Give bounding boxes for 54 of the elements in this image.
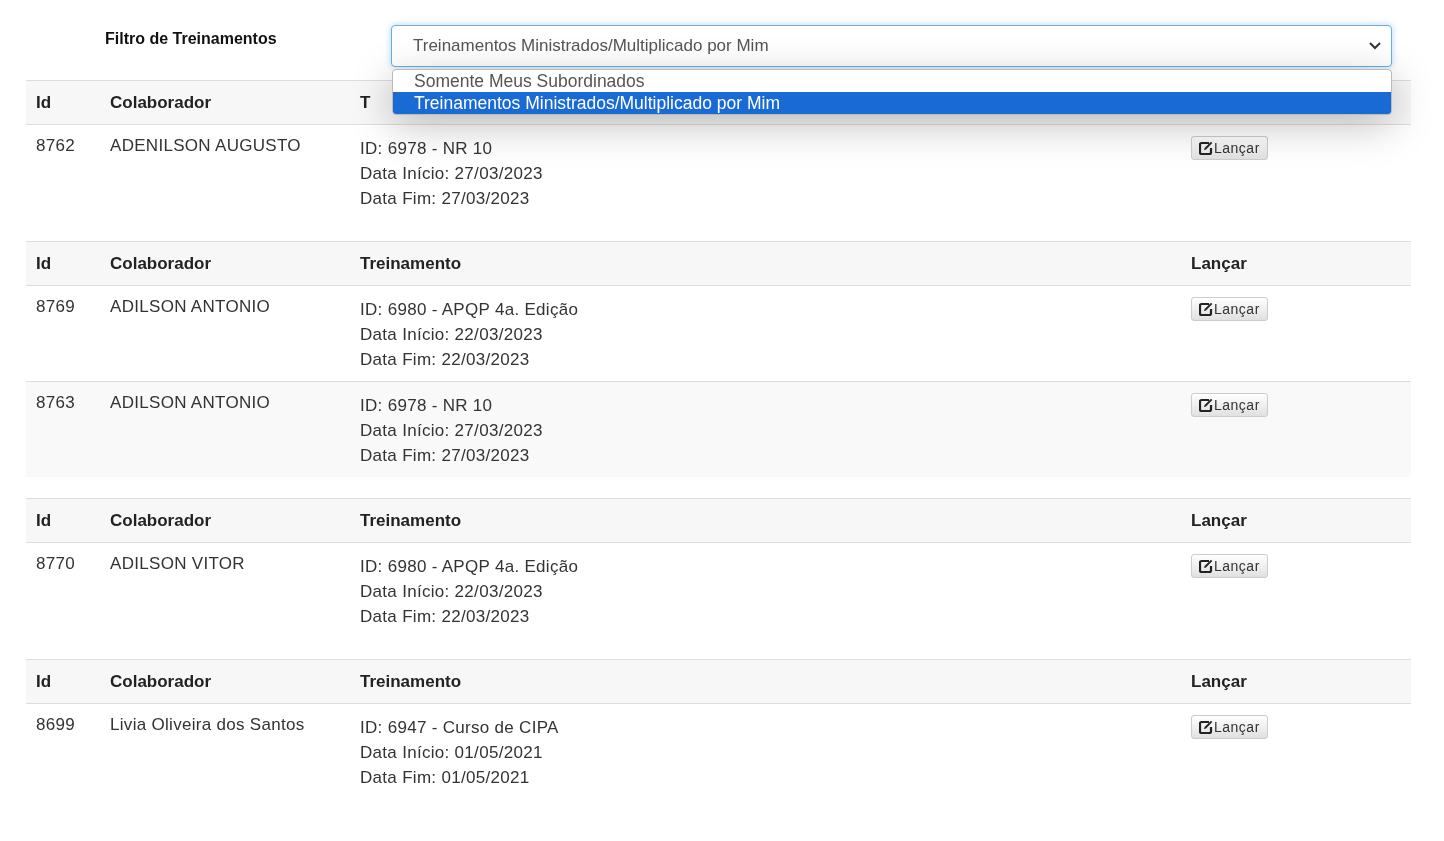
launch-button[interactable]: Lançar <box>1191 297 1268 321</box>
column-header: Colaborador <box>100 241 350 286</box>
id-cell: 8699 <box>36 715 76 734</box>
training-info: Data Fim: 01/05/2021 <box>360 767 531 789</box>
training-info: Data Fim: 22/03/2023 <box>360 606 531 628</box>
chevron-down-icon <box>1369 42 1381 50</box>
training-info: Data Início: 22/03/2023 <box>360 581 544 603</box>
column-header: Treinamento <box>350 498 1181 543</box>
column-header: Lançar <box>1181 659 1411 704</box>
dropdown-option[interactable]: Somente Meus Subordinados <box>393 70 1391 92</box>
edit-icon <box>1199 302 1213 316</box>
edit-icon <box>1199 559 1213 573</box>
launch-button[interactable]: Lançar <box>1191 136 1268 160</box>
training-info: Data Início: 27/03/2023 <box>360 163 544 185</box>
training-info: ID: 6978 - NR 10 <box>360 138 494 160</box>
id-cell: 8770 <box>36 554 76 573</box>
filter-label: Filtro de Treinamentos <box>105 30 278 48</box>
training-info: Data Fim: 27/03/2023 <box>360 445 531 467</box>
training-info: Data Início: 01/05/2021 <box>360 742 544 764</box>
employee-name: Livia Oliveira dos Santos <box>110 715 305 734</box>
training-info: Data Início: 22/03/2023 <box>360 324 544 346</box>
id-cell: 8763 <box>36 393 76 412</box>
column-header: Treinamento <box>350 659 1181 704</box>
launch-button[interactable]: Lançar <box>1191 715 1268 739</box>
training-info: ID: 6947 - Curso de CIPA <box>360 717 560 739</box>
employee-name: ADILSON VITOR <box>110 554 245 573</box>
edit-icon <box>1199 720 1213 734</box>
id-cell: 8762 <box>36 136 76 155</box>
training-info: Data Início: 27/03/2023 <box>360 420 544 442</box>
edit-icon <box>1199 141 1213 155</box>
employee-name: ADENILSON AUGUSTO <box>110 136 301 155</box>
column-header: Id <box>26 498 100 543</box>
column-header: Id <box>26 241 100 286</box>
id-cell: 8769 <box>36 297 76 316</box>
training-info: Data Fim: 22/03/2023 <box>360 349 531 371</box>
column-header: Lançar <box>1181 241 1411 286</box>
launch-button[interactable]: Lançar <box>1191 393 1268 417</box>
column-header: Colaborador <box>100 659 350 704</box>
launch-button[interactable]: Lançar <box>1191 554 1268 578</box>
filter-select[interactable]: Treinamentos Ministrados/Multiplicado por Mim <box>391 25 1392 67</box>
column-header: Treinamento <box>350 241 1181 286</box>
column-header: Id <box>26 659 100 704</box>
training-info: ID: 6978 - NR 10 <box>360 395 494 417</box>
column-header: Lançar <box>1181 498 1411 543</box>
column-header: Colaborador <box>100 80 350 125</box>
employee-name: ADILSON ANTONIO <box>110 297 271 316</box>
column-header: Id <box>26 80 100 125</box>
training-info: ID: 6980 - APQP 4a. Edição <box>360 556 580 578</box>
training-info: ID: 6980 - APQP 4a. Edição <box>360 299 580 321</box>
column-header: Colaborador <box>100 498 350 543</box>
training-info: Data Fim: 27/03/2023 <box>360 188 531 210</box>
employee-name: ADILSON ANTONIO <box>110 393 271 412</box>
edit-icon <box>1199 398 1213 412</box>
dropdown-option[interactable]: Treinamentos Ministrados/Multiplicado por Mim <box>393 92 1391 114</box>
